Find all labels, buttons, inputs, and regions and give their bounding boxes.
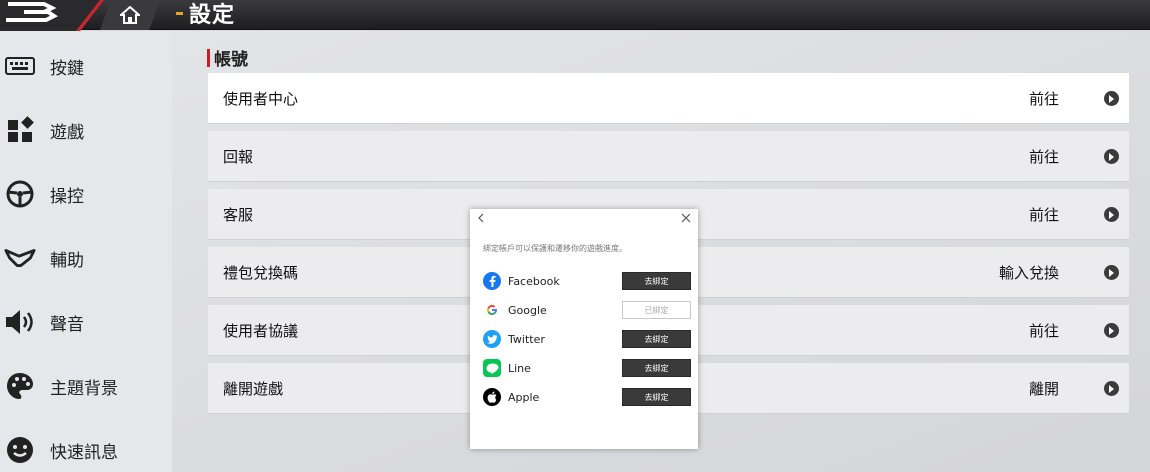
bind-google-button[interactable]: 已綁定 [622, 301, 691, 319]
assist-icon [4, 242, 36, 274]
apple-icon [483, 388, 501, 406]
sidebar-item-label: 快速訊息 [50, 442, 118, 463]
bind-row-google: Google 已綁定 [483, 299, 691, 321]
sidebar-item-assist[interactable]: 輔助 [0, 230, 172, 286]
chevron-right-icon [1104, 207, 1119, 222]
keyboard-icon [4, 50, 36, 82]
sidebar-item-label: 操控 [50, 186, 84, 207]
row-label: 離開遊戲 [223, 380, 284, 398]
twitter-icon [483, 330, 501, 348]
sidebar-item-quick-message[interactable]: 快速訊息 [0, 422, 172, 472]
section-title: 帳號 [214, 50, 248, 70]
title-marker [176, 11, 183, 15]
line-icon [483, 359, 501, 377]
chevron-right-icon [1104, 323, 1119, 338]
row-label: 回報 [223, 148, 254, 166]
bind-row-apple: Apple 去綁定 [483, 386, 691, 408]
sidebar-item-label: 輔助 [50, 250, 84, 271]
row-action: 前往 [1028, 148, 1059, 166]
account-name: Apple [508, 390, 540, 404]
home-button[interactable] [100, 0, 160, 30]
page-header: 設定 [176, 0, 235, 28]
smiley-chat-icon [4, 434, 36, 466]
close-button[interactable] [681, 212, 691, 226]
sidebar-item-controls[interactable]: 操控 [0, 166, 172, 222]
account-name: Facebook [508, 274, 560, 288]
google-icon [483, 301, 501, 319]
section-header: 帳號 [207, 45, 248, 70]
page-title: 設定 [189, 3, 236, 28]
logo-icon [6, 2, 58, 22]
account-name: Twitter [508, 332, 545, 346]
account-name: Google [508, 303, 547, 317]
sidebar-item-label: 按鍵 [50, 58, 84, 79]
widgets-icon [4, 114, 36, 146]
close-icon [681, 213, 691, 223]
row-action: 輸入兌換 [998, 264, 1059, 282]
bind-twitter-button[interactable]: 去綁定 [622, 330, 691, 348]
row-report[interactable]: 回報 前往 [208, 131, 1129, 182]
bind-row-facebook: Facebook 去綁定 [483, 270, 691, 292]
row-user-center[interactable]: 使用者中心 前往 [208, 73, 1129, 124]
bind-facebook-button[interactable]: 去綁定 [622, 272, 691, 290]
bind-line-button[interactable]: 去綁定 [622, 359, 691, 377]
facebook-icon [483, 272, 501, 290]
sidebar-item-sound[interactable]: 聲音 [0, 294, 172, 350]
account-name: Line [508, 361, 531, 375]
row-label: 禮包兌換碼 [223, 264, 299, 282]
row-action: 離開 [1028, 380, 1059, 398]
bind-row-line: Line 去綁定 [483, 357, 691, 379]
chevron-right-icon [1104, 91, 1119, 106]
bind-row-twitter: Twitter 去綁定 [483, 328, 691, 350]
section-marker [207, 48, 210, 67]
account-binding-dialog: 綁定帳戶可以保護和遷移你的遊戲進度。 Facebook 去綁定 Google 已… [470, 209, 698, 449]
row-action: 前往 [1028, 206, 1059, 224]
row-label: 使用者協議 [223, 322, 299, 340]
sidebar-item-theme[interactable]: 主題背景 [0, 358, 172, 414]
bind-apple-button[interactable]: 去綁定 [622, 388, 691, 406]
row-label: 客服 [223, 206, 254, 224]
sidebar-item-label: 聲音 [50, 314, 84, 335]
sidebar: 按鍵 遊戲 操控 輔助 聲音 主題背景 快速訊息 [0, 31, 172, 472]
home-icon [120, 6, 140, 24]
row-action: 前往 [1028, 90, 1059, 108]
top-bar: 設定 [0, 0, 1150, 38]
speaker-icon [4, 306, 36, 338]
chevron-right-icon [1104, 149, 1119, 164]
chevron-left-icon [478, 213, 484, 223]
sidebar-item-keys[interactable]: 按鍵 [0, 38, 172, 94]
chevron-right-icon [1104, 265, 1119, 280]
sidebar-item-game[interactable]: 遊戲 [0, 102, 172, 158]
row-label: 使用者中心 [223, 90, 299, 108]
palette-icon [4, 370, 36, 402]
sidebar-item-label: 主題背景 [50, 378, 118, 399]
chevron-right-icon [1104, 381, 1119, 396]
back-button[interactable] [477, 212, 485, 226]
sidebar-item-label: 遊戲 [50, 122, 84, 143]
row-action: 前往 [1028, 322, 1059, 340]
steering-wheel-icon [4, 178, 36, 210]
dialog-description: 綁定帳戶可以保護和遷移你的遊戲進度。 [483, 244, 627, 253]
